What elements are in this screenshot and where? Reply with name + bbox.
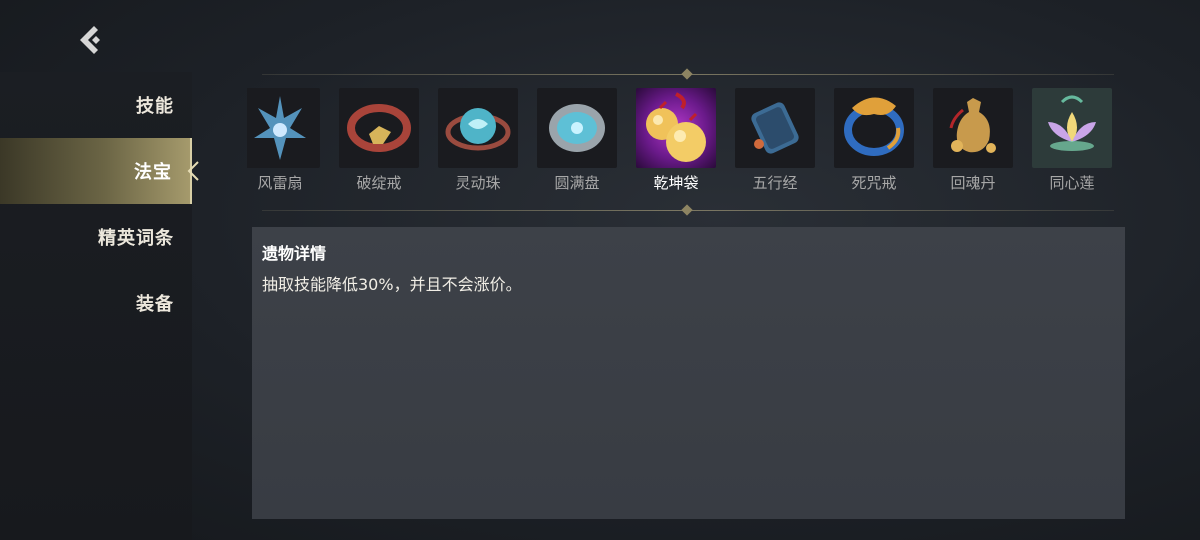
back-button[interactable] [72,22,112,58]
cursed-ring-icon [834,88,914,168]
lotus-icon [1032,88,1112,168]
divider-ornament [681,204,693,216]
relic-item[interactable]: 五行经 [735,88,815,192]
relic-name: 回魂丹 [950,174,996,192]
relic-item[interactable]: 灵动珠 [438,88,518,192]
disc-icon [537,88,617,168]
relic-name: 五行经 [752,174,798,192]
relic-item[interactable]: 回魂丹 [933,88,1013,192]
detail-title: 遗物详情 [262,244,327,263]
sidebar-item-elite-affixes[interactable]: 精英词条 [0,204,192,270]
sidebar-item-label: 法宝 [134,162,172,183]
scroll-icon [735,88,815,168]
chevron-left-icon [80,26,100,54]
gourd-bag-icon [636,88,716,168]
relic-name: 乾坤袋 [653,174,699,192]
relic-item-selected[interactable]: 乾坤袋 [636,88,716,192]
relic-item[interactable]: 同心莲 [1032,88,1112,192]
orb-icon [438,88,518,168]
relic-item[interactable]: 死咒戒 [834,88,914,192]
ring-icon [339,88,419,168]
sidebar-item-relics[interactable]: 法宝 [0,138,199,204]
sidebar-item-label: 技能 [136,96,174,117]
sidebar-item-label: 精英词条 [98,228,174,249]
category-sidebar: 技能 法宝 精英词条 装备 [0,72,199,540]
relic-detail-panel: 遗物详情 抽取技能降低30%，并且不会涨价。 [252,227,1125,519]
fan-icon [247,88,320,168]
sidebar-item-label: 装备 [136,294,174,315]
relic-name: 灵动珠 [455,174,501,192]
relic-name: 破绽戒 [356,174,402,192]
sidebar-item-skills[interactable]: 技能 [0,72,192,138]
relic-item[interactable]: 破绽戒 [339,88,419,192]
relic-name: 死咒戒 [851,174,897,192]
relic-item[interactable]: 圆满盘 [537,88,617,192]
relic-name: 同心莲 [1049,174,1095,192]
sidebar-item-equipment[interactable]: 装备 [0,270,192,336]
selection-pointer-icon [187,161,199,181]
relic-name: 风雷扇 [257,174,303,192]
elixir-jar-icon [933,88,1013,168]
divider-ornament [681,68,693,80]
relic-name: 圆满盘 [554,174,600,192]
detail-description: 抽取技能降低30%，并且不会涨价。 [262,275,522,294]
relic-item[interactable]: 风雷扇 [247,88,320,192]
